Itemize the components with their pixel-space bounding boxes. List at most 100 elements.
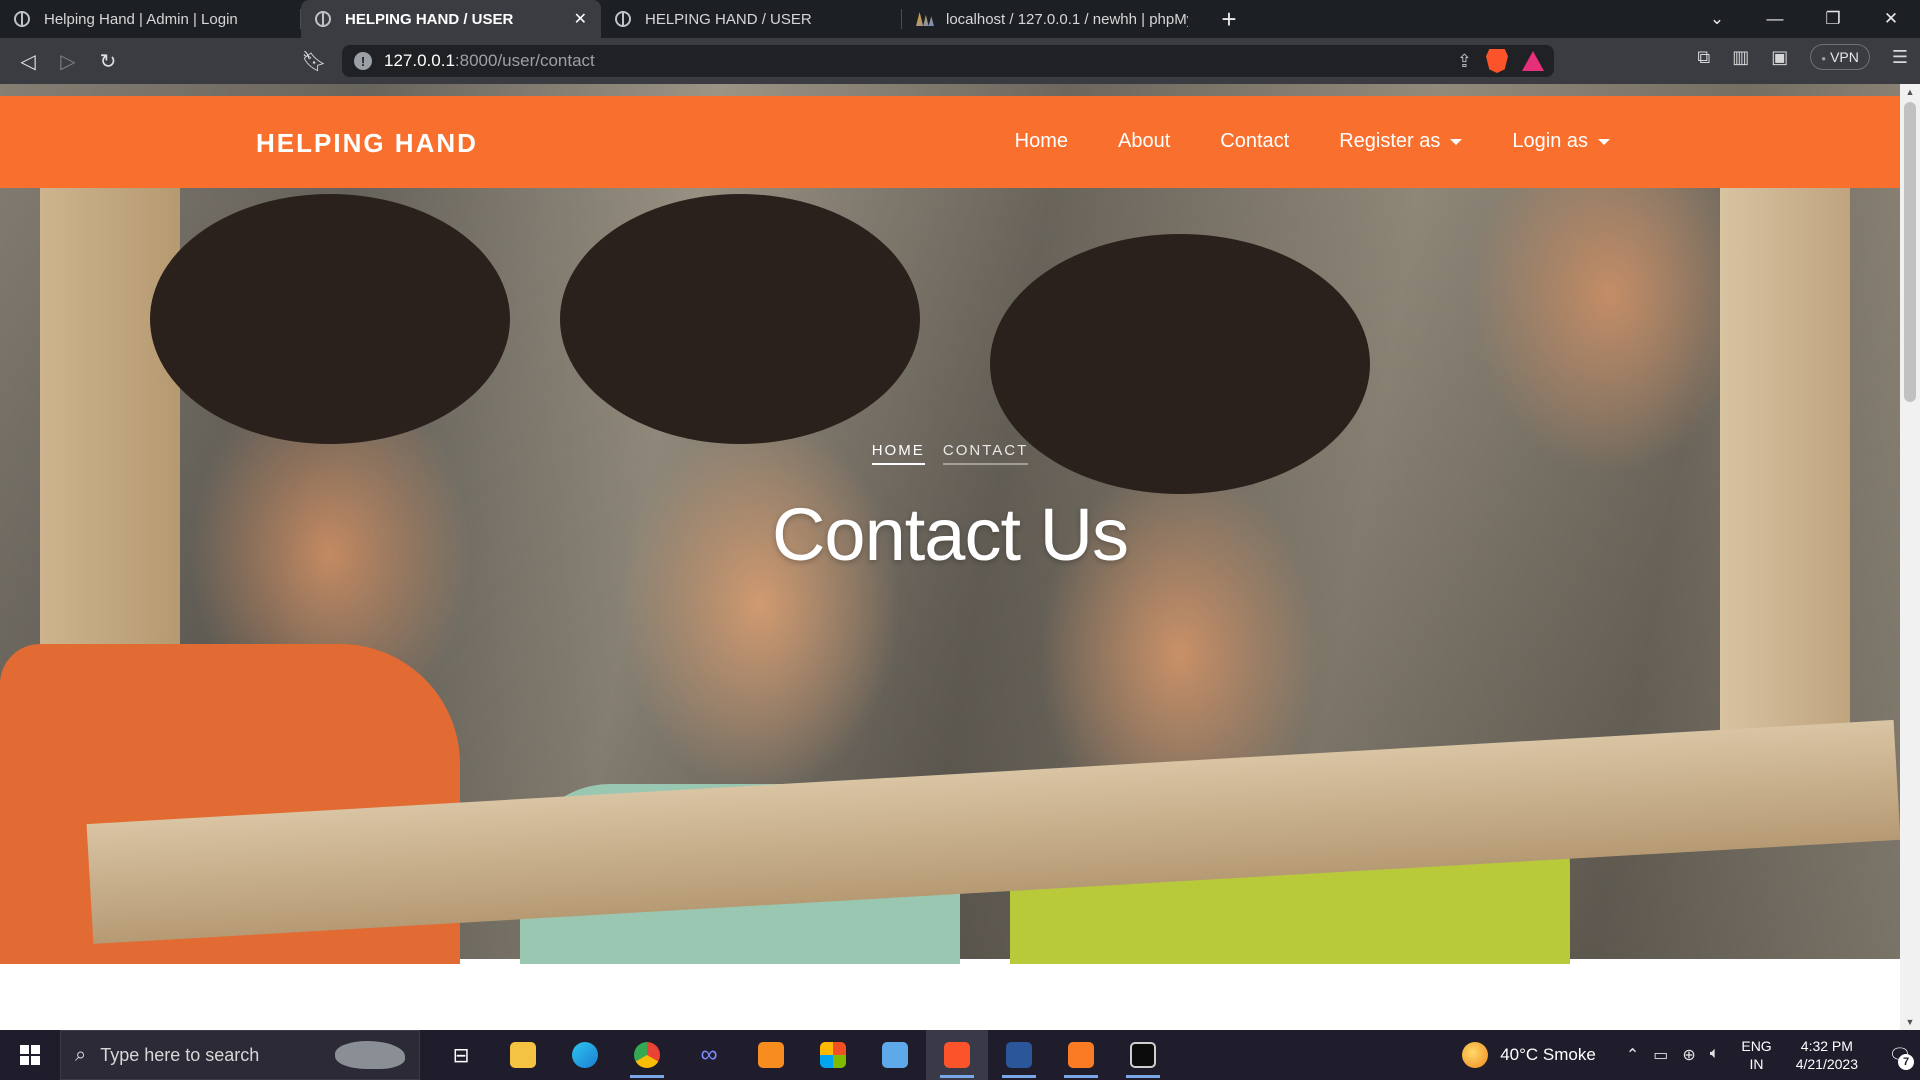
breadcrumb-current: CONTACT — [942, 442, 1029, 465]
show-hidden-icons-chevron-icon[interactable]: ⌃ — [1626, 1045, 1639, 1065]
brave-shields-icon[interactable] — [1486, 49, 1508, 73]
breadcrumb: HOME CONTACT — [0, 442, 1900, 465]
network-globe-icon[interactable]: ⊕ — [1682, 1045, 1695, 1065]
tab-admin-login[interactable]: Helping Hand | Admin | Login — [0, 0, 300, 38]
volume-icon[interactable]: 🔈︎ — [1710, 1045, 1720, 1065]
terminal-button[interactable] — [1112, 1030, 1174, 1080]
task-view-button[interactable]: ⊟ — [430, 1030, 492, 1080]
nav-login-dropdown[interactable]: Login as — [1512, 130, 1610, 153]
tab-label: HELPING HAND / USER — [345, 10, 514, 28]
hero-background-image: HOME CONTACT Contact Us — [0, 84, 1901, 964]
nav-link-label: About — [1118, 130, 1171, 152]
search-highlight-icon — [335, 1041, 405, 1069]
back-button[interactable]: ◁ — [8, 41, 48, 81]
hero-photo-child — [150, 194, 510, 444]
globe-icon — [315, 11, 331, 27]
word-button[interactable] — [988, 1030, 1050, 1080]
reload-button[interactable]: ↻ — [88, 41, 128, 81]
bookmark-button[interactable]: 🔖︎ — [294, 41, 334, 81]
minimize-button[interactable]: — — [1746, 9, 1804, 29]
scrollbar-thumb[interactable] — [1904, 102, 1916, 402]
toolbar-right-actions: ⧉ ▥ ▣ VPN ☰ — [1697, 44, 1908, 70]
brave-rewards-icon[interactable] — [1522, 51, 1544, 71]
forward-arrow-icon: ▷ — [60, 50, 76, 73]
scroll-down-arrow-icon[interactable]: ▼ — [1900, 1014, 1920, 1030]
brave-icon — [944, 1042, 970, 1068]
file-explorer-button[interactable] — [492, 1030, 554, 1080]
notification-count-badge: 7 — [1898, 1054, 1914, 1070]
wallet-icon[interactable]: ▣ — [1771, 47, 1788, 68]
share-icon[interactable]: ⇪ — [1457, 51, 1472, 72]
taskbar-apps: ⊟ ∞ — [430, 1030, 1174, 1080]
page-viewport: HOME CONTACT Contact Us HELPING HAND Hom… — [0, 84, 1920, 1030]
infinity-app-button[interactable]: ∞ — [678, 1030, 740, 1080]
nav-home-link[interactable]: Home — [1015, 130, 1068, 153]
tray-icons: ⌃ ▭ ⊕ 🔈︎ — [1626, 1045, 1720, 1065]
reload-icon: ↻ — [99, 50, 117, 73]
tab-helping-hand-user[interactable]: HELPING HAND / USER — [601, 0, 901, 38]
page-title: Contact Us — [771, 493, 1129, 576]
chrome-button[interactable] — [616, 1030, 678, 1080]
close-window-button[interactable]: ✕ — [1862, 9, 1920, 29]
nav-link-label: Home — [1014, 130, 1069, 152]
globe-icon — [615, 11, 631, 27]
tab-label: localhost / 127.0.0.1 / newhh | phpMy — [946, 10, 1188, 28]
microsoft-store-icon — [820, 1042, 846, 1068]
extensions-icon[interactable]: ⧉ — [1697, 47, 1710, 68]
menu-icon[interactable]: ☰ — [1892, 47, 1908, 68]
nav-link-label: Login as — [1512, 130, 1588, 152]
address-bar[interactable]: ! 127.0.0.1:8000/user/contact ⇪ — [342, 45, 1554, 77]
breadcrumb-home-link[interactable]: HOME — [871, 442, 925, 465]
clock[interactable]: 4:32 PM 4/21/2023 — [1796, 1037, 1858, 1073]
tab-phpmyadmin[interactable]: localhost / 127.0.0.1 / newhh | phpMy — [902, 0, 1202, 38]
task-view-icon: ⊟ — [452, 1044, 470, 1067]
search-app-button[interactable] — [864, 1030, 926, 1080]
close-tab-icon[interactable]: ✕ — [574, 9, 587, 29]
weather-sun-icon[interactable] — [1462, 1042, 1489, 1068]
vpn-button[interactable]: VPN — [1810, 44, 1870, 70]
infinity-icon: ∞ — [700, 1041, 718, 1068]
restore-button[interactable]: ❐ — [1804, 9, 1862, 29]
nav-about-link[interactable]: About — [1118, 130, 1170, 153]
battery-icon[interactable]: ▭ — [1653, 1045, 1668, 1065]
word-icon — [1006, 1042, 1032, 1068]
tab-helping-hand-user-active[interactable]: HELPING HAND / USER ✕ — [301, 0, 601, 38]
new-tab-button[interactable]: + — [1210, 0, 1248, 38]
browser-toolbar: ◁ ▷ ↻ 🔖︎ ! 127.0.0.1:8000/user/contact ⇪… — [0, 38, 1920, 84]
globe-icon — [14, 11, 30, 27]
caret-down-icon — [1450, 138, 1463, 145]
notification-center-button[interactable]: 🗨︎ 7 — [1880, 1030, 1920, 1080]
address-bar-actions: ⇪ — [1457, 49, 1544, 73]
taskbar-search-box[interactable]: ⌕ Type here to search — [60, 1030, 420, 1080]
terminal-icon — [1130, 1042, 1156, 1068]
nav-register-dropdown[interactable]: Register as — [1339, 130, 1463, 153]
windows-taskbar: ⌕ Type here to search ⊟ ∞ 40°C Smoke ⌃ ▭… — [0, 1030, 1920, 1080]
scroll-up-arrow-icon[interactable]: ▲ — [1900, 84, 1920, 100]
nav-contact-link[interactable]: Contact — [1220, 130, 1289, 153]
language-code: ENG — [1741, 1038, 1772, 1054]
search-icon: ⌕ — [75, 1043, 87, 1066]
caret-down-icon — [1598, 138, 1610, 145]
sublime-text-button[interactable] — [740, 1030, 802, 1080]
chrome-icon — [634, 1042, 660, 1068]
weather-text[interactable]: 40°C Smoke — [1500, 1045, 1596, 1065]
language-region: IN — [1749, 1056, 1764, 1072]
xampp-button[interactable] — [1050, 1030, 1112, 1080]
nav-link-label: Register as — [1339, 130, 1441, 152]
sidebar-icon[interactable]: ▥ — [1732, 47, 1749, 68]
language-indicator[interactable]: ENG IN — [1741, 1037, 1771, 1073]
site-info-icon[interactable]: ! — [354, 52, 372, 70]
tab-search-chevron-icon[interactable]: ⌄ — [1688, 9, 1746, 29]
page-scrollbar[interactable]: ▲ ▼ — [1900, 84, 1920, 1030]
file-explorer-icon — [510, 1042, 536, 1068]
forward-button[interactable]: ▷ — [48, 41, 88, 81]
clock-date: 4/21/2023 — [1795, 1056, 1858, 1072]
brave-button[interactable] — [926, 1030, 988, 1080]
edge-button[interactable] — [554, 1030, 616, 1080]
site-brand-logo[interactable]: HELPING HAND — [256, 128, 478, 159]
start-button[interactable] — [0, 1030, 60, 1080]
tab-label: Helping Hand | Admin | Login — [44, 10, 238, 28]
microsoft-store-button[interactable] — [802, 1030, 864, 1080]
windows-logo-icon — [20, 1045, 40, 1065]
search-app-icon — [882, 1042, 908, 1068]
